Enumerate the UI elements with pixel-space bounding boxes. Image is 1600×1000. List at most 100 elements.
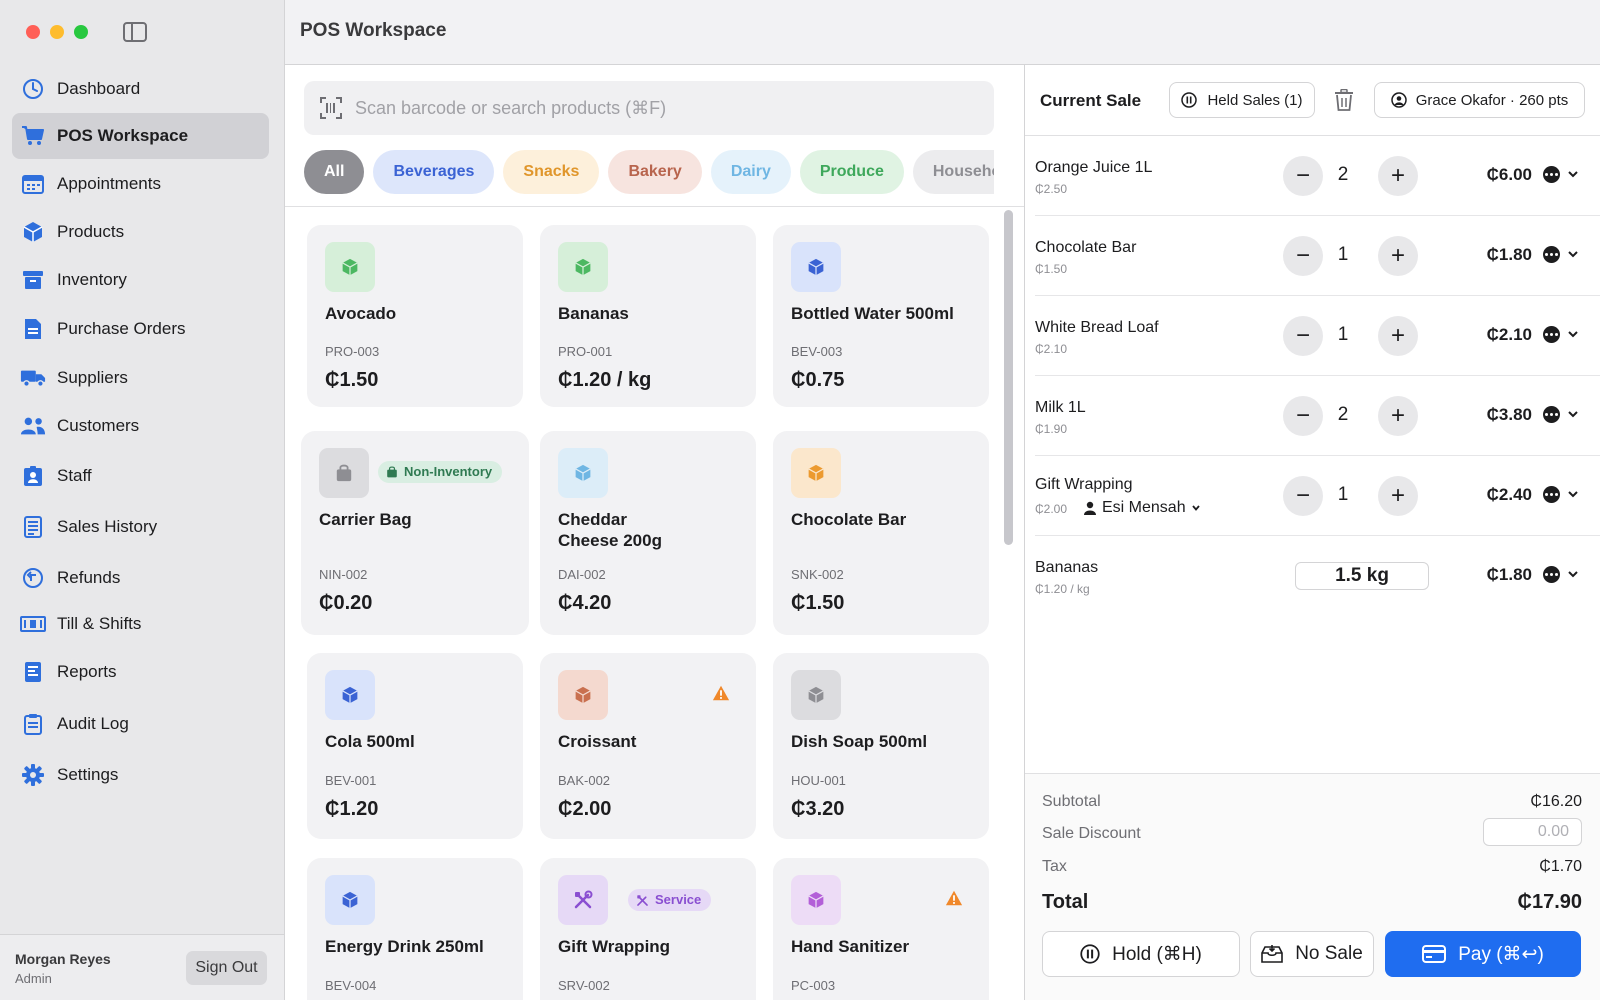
more-options-icon[interactable] bbox=[1543, 326, 1560, 343]
sidebar-item-products[interactable]: Products bbox=[12, 209, 269, 255]
pay-button[interactable]: Pay (⌘↩) bbox=[1385, 931, 1581, 977]
search-input[interactable] bbox=[355, 97, 955, 119]
sale-line-item: Gift Wrapping ₵2.00 Esi Mensah − 1 + ₵2.… bbox=[1035, 456, 1600, 536]
decrease-quantity-button[interactable]: − bbox=[1283, 396, 1323, 436]
chevron-down-icon[interactable] bbox=[1566, 486, 1580, 502]
close-window-button[interactable] bbox=[26, 25, 40, 39]
sign-out-button[interactable]: Sign Out bbox=[186, 951, 267, 985]
chevron-down-icon[interactable] bbox=[1566, 566, 1580, 582]
product-card-cheddar-cheese[interactable]: Cheddar Cheese 200g DAI-002 ₵4.20 bbox=[540, 431, 756, 635]
decrease-quantity-button[interactable]: − bbox=[1283, 476, 1323, 516]
increase-quantity-button[interactable]: + bbox=[1378, 236, 1418, 276]
sidebar-item-purchase-orders[interactable]: Purchase Orders bbox=[12, 306, 269, 352]
chevron-down-icon[interactable] bbox=[1566, 166, 1580, 182]
sale-discount-input[interactable] bbox=[1483, 818, 1582, 846]
dashboard-gauge-icon bbox=[20, 78, 46, 100]
zoom-window-button[interactable] bbox=[74, 25, 88, 39]
product-name: Bottled Water 500ml bbox=[791, 304, 954, 323]
sale-line-item: Bananas ₵1.20 / kg 1.5 kg ₵1.80 bbox=[1035, 536, 1600, 616]
sidebar-item-sales-history[interactable]: Sales History bbox=[12, 504, 269, 550]
product-card-energy-drink[interactable]: Energy Drink 250ml BEV-004 bbox=[307, 858, 523, 1000]
more-options-icon[interactable] bbox=[1543, 566, 1560, 583]
sidebar-toggle-icon[interactable] bbox=[123, 22, 147, 42]
product-name: Avocado bbox=[325, 304, 397, 323]
customer-selector-button[interactable]: Grace Okafor · 260 pts bbox=[1374, 82, 1585, 118]
sidebar-item-pos-workspace[interactable]: POS Workspace bbox=[12, 113, 269, 159]
category-chip-all[interactable]: All bbox=[304, 150, 365, 194]
increase-quantity-button[interactable]: + bbox=[1378, 316, 1418, 356]
trash-icon[interactable] bbox=[1334, 89, 1354, 111]
staff-assignee-selector[interactable]: Esi Mensah bbox=[1083, 499, 1201, 517]
product-price: ₵1.20 / kg bbox=[558, 369, 652, 391]
product-card-chocolate-bar[interactable]: Chocolate Bar SNK-002 ₵1.50 bbox=[773, 431, 989, 635]
product-sku: HOU-001 bbox=[791, 773, 846, 788]
chevron-down-icon[interactable] bbox=[1566, 246, 1580, 262]
search-bar[interactable] bbox=[304, 81, 994, 135]
decrease-quantity-button[interactable]: − bbox=[1283, 316, 1323, 356]
product-sku: BAK-002 bbox=[558, 773, 611, 788]
no-sale-button[interactable]: No Sale bbox=[1250, 931, 1374, 977]
sidebar-item-settings[interactable]: Settings bbox=[12, 752, 269, 798]
product-card-dish-soap[interactable]: Dish Soap 500ml HOU-001 ₵3.20 bbox=[773, 653, 989, 839]
gear-icon bbox=[20, 764, 46, 786]
increase-quantity-button[interactable]: + bbox=[1378, 396, 1418, 436]
category-chip-snacks[interactable]: Snacks bbox=[503, 150, 600, 194]
product-card-bananas[interactable]: Bananas PRO-001 ₵1.20 / kg bbox=[540, 225, 756, 407]
sidebar-item-dashboard[interactable]: Dashboard bbox=[12, 66, 269, 112]
calendar-icon bbox=[20, 173, 46, 195]
minimize-window-button[interactable] bbox=[50, 25, 64, 39]
chevron-down-icon[interactable] bbox=[1566, 326, 1580, 342]
product-card-carrier-bag[interactable]: Non-Inventory Carrier Bag NIN-002 ₵0.20 bbox=[301, 431, 529, 635]
product-sku: SRV-002 bbox=[558, 978, 610, 993]
sidebar-item-suppliers[interactable]: Suppliers bbox=[12, 355, 269, 401]
product-card-avocado[interactable]: Avocado PRO-003 ₵1.50 bbox=[307, 225, 523, 407]
sidebar-item-appointments[interactable]: Appointments bbox=[12, 161, 269, 207]
increase-quantity-button[interactable]: + bbox=[1378, 156, 1418, 196]
sidebar-item-reports[interactable]: Reports bbox=[12, 649, 269, 695]
more-options-icon[interactable] bbox=[1543, 166, 1560, 183]
total-value: ₵17.90 bbox=[1517, 891, 1583, 913]
line-item-name: Chocolate Bar bbox=[1035, 239, 1137, 256]
decrease-quantity-button[interactable]: − bbox=[1283, 236, 1323, 276]
product-card-cola[interactable]: Cola 500ml BEV-001 ₵1.20 bbox=[307, 653, 523, 839]
category-chip-household[interactable]: Household bbox=[912, 150, 994, 194]
sidebar-item-audit-log[interactable]: Audit Log bbox=[12, 701, 269, 747]
category-chip-produce[interactable]: Produce bbox=[799, 150, 904, 194]
product-grid-scrollbar[interactable] bbox=[1002, 210, 1014, 1000]
increase-quantity-button[interactable]: + bbox=[1378, 476, 1418, 516]
chevron-down-icon[interactable] bbox=[1566, 406, 1580, 422]
category-chip-dairy[interactable]: Dairy bbox=[710, 150, 791, 194]
line-item-total: ₵2.10 bbox=[1486, 325, 1532, 344]
product-card-bottled-water[interactable]: Bottled Water 500ml BEV-003 ₵0.75 bbox=[773, 225, 989, 407]
category-chip-beverages[interactable]: Beverages bbox=[373, 150, 495, 194]
title-bar: POS Workspace bbox=[285, 0, 1600, 65]
hold-sale-button[interactable]: Hold (⌘H) bbox=[1042, 931, 1240, 977]
decrease-quantity-button[interactable]: − bbox=[1283, 156, 1323, 196]
sidebar-item-customers[interactable]: Customers bbox=[12, 403, 269, 449]
sidebar-item-till-shifts[interactable]: Till & Shifts bbox=[12, 601, 269, 647]
sidebar-item-staff[interactable]: Staff bbox=[12, 453, 269, 499]
sidebar-item-label: Products bbox=[57, 222, 125, 241]
line-item-total: ₵1.80 bbox=[1486, 245, 1532, 264]
customer-label: Grace Okafor · 260 pts bbox=[1415, 91, 1569, 109]
more-options-icon[interactable] bbox=[1543, 246, 1560, 263]
product-card-hand-sanitizer[interactable]: Hand Sanitizer PC-003 bbox=[773, 858, 989, 1000]
line-item-unit-price: ₵2.00 bbox=[1035, 502, 1068, 516]
hold-label: Hold (⌘H) bbox=[1112, 943, 1202, 965]
more-options-icon[interactable] bbox=[1543, 486, 1560, 503]
shopping-bag-icon bbox=[319, 448, 369, 498]
sidebar-item-label: Settings bbox=[57, 765, 119, 784]
person-circle-icon bbox=[1390, 92, 1407, 108]
more-options-icon[interactable] bbox=[1543, 406, 1560, 423]
page-title: POS Workspace bbox=[300, 20, 447, 41]
held-sales-button[interactable]: Held Sales (1) bbox=[1169, 82, 1315, 118]
line-item-name: Gift Wrapping bbox=[1035, 476, 1133, 493]
sidebar-item-refunds[interactable]: Refunds bbox=[12, 555, 269, 601]
weight-input[interactable]: 1.5 kg bbox=[1295, 562, 1429, 590]
category-chip-bakery[interactable]: Bakery bbox=[608, 150, 702, 194]
sidebar-item-inventory[interactable]: Inventory bbox=[12, 257, 269, 303]
product-card-gift-wrapping[interactable]: Service Gift Wrapping SRV-002 bbox=[540, 858, 756, 1000]
scrollbar-thumb[interactable] bbox=[1004, 210, 1013, 545]
product-card-croissant[interactable]: Croissant BAK-002 ₵2.00 bbox=[540, 653, 756, 839]
line-item-unit-price: ₵2.50 bbox=[1035, 182, 1068, 196]
